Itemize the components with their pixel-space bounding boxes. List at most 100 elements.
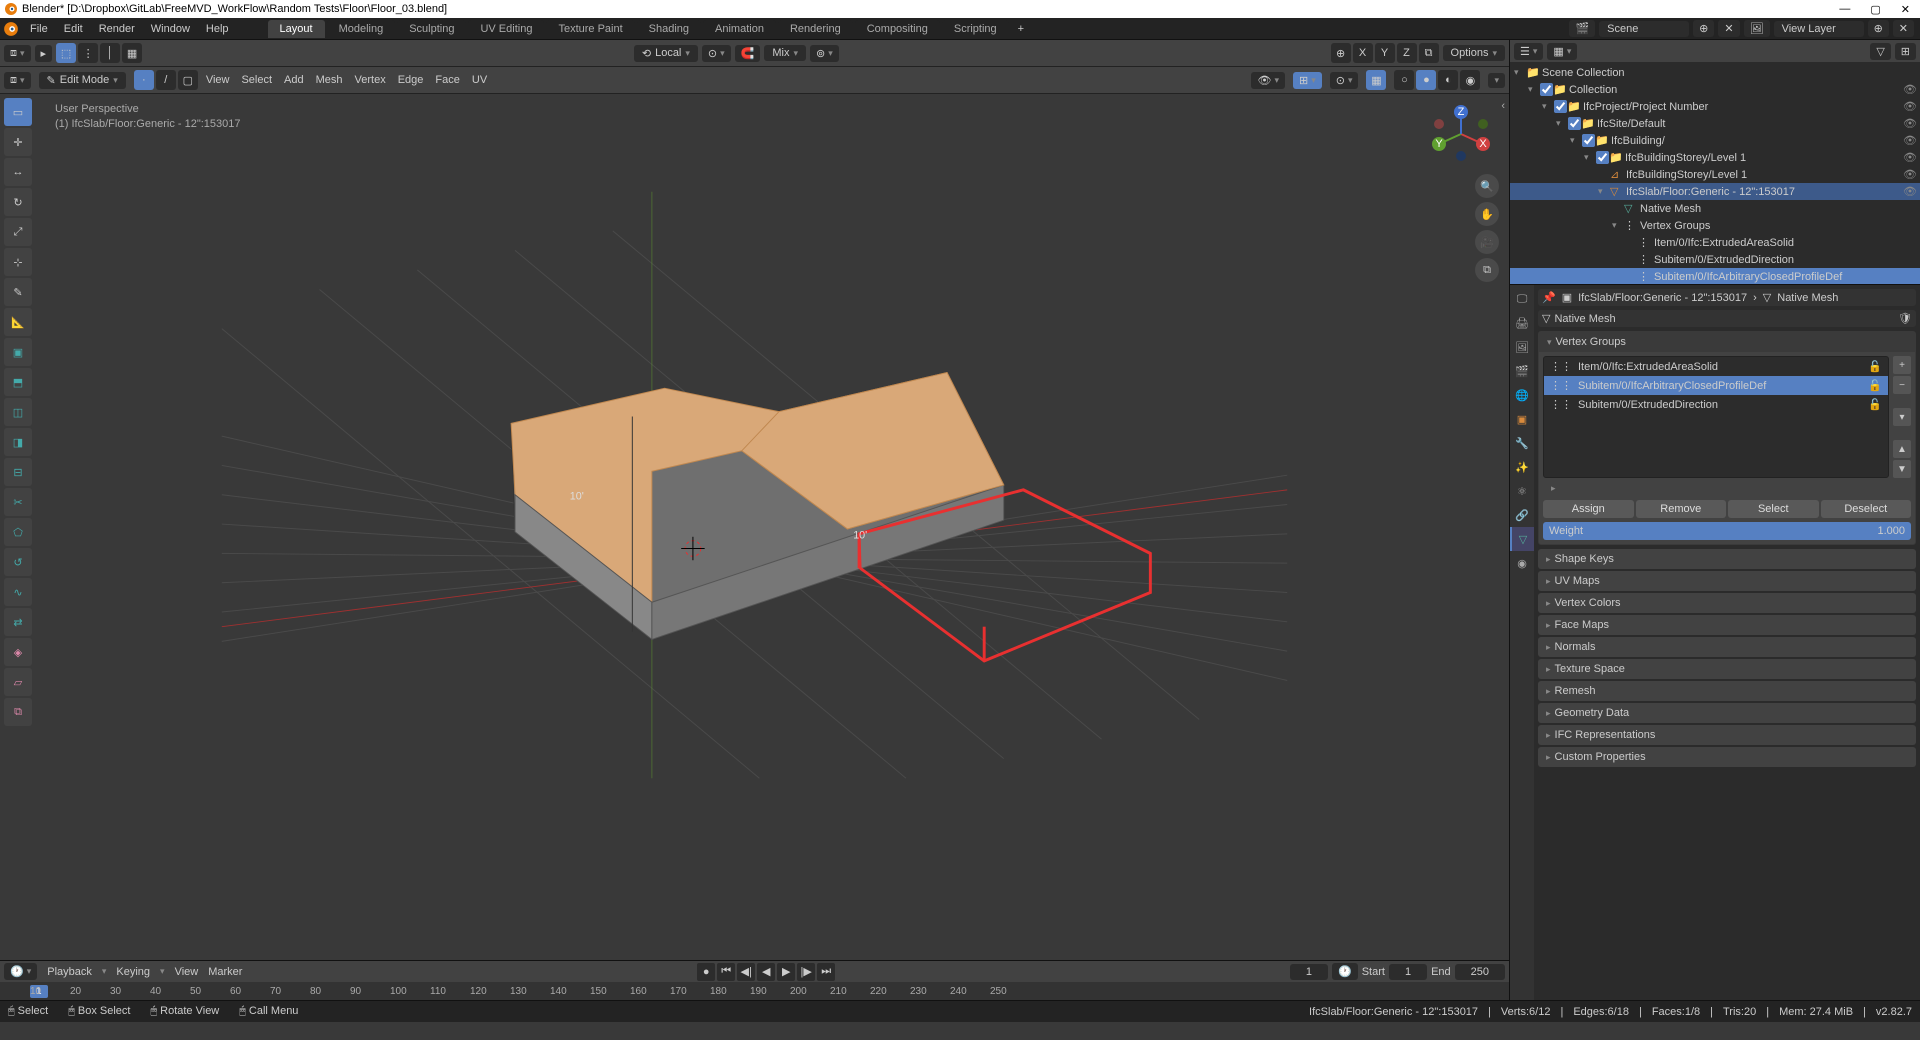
eye-icon[interactable]: 👁 xyxy=(1900,151,1920,164)
tab-texture-paint[interactable]: Texture Paint xyxy=(546,20,634,38)
viewport-menu-view[interactable]: View xyxy=(206,74,230,86)
tool-bevel[interactable]: ◨ xyxy=(4,428,32,456)
cursor-tool-button[interactable]: ▸ xyxy=(35,45,53,62)
select-face-icon[interactable]: ▦ xyxy=(122,43,142,63)
tab-scripting[interactable]: Scripting xyxy=(942,20,1009,38)
tab-shading[interactable]: Shading xyxy=(637,20,701,38)
select-edge-icon[interactable]: │ xyxy=(100,43,120,63)
panel-ifc-representations[interactable]: ▸IFC Representations xyxy=(1538,725,1916,745)
gizmo-icon[interactable]: ⊕ xyxy=(1331,43,1351,63)
scene-input[interactable]: Scene xyxy=(1599,21,1689,37)
tool-annotate[interactable]: ✎ xyxy=(4,278,32,306)
ptab-mesh-data[interactable]: ▽ xyxy=(1510,527,1534,551)
assign-button[interactable]: Assign xyxy=(1543,500,1634,518)
menu-help[interactable]: Help xyxy=(198,23,237,35)
camera-icon[interactable]: 🎥 xyxy=(1475,230,1499,254)
visibility-dropdown[interactable]: 👁▾ xyxy=(1251,72,1285,89)
ptab-physics[interactable]: ⚛ xyxy=(1510,479,1534,503)
tree-row[interactable]: ⋮Subitem/0/IfcArbitraryClosedProfileDef xyxy=(1510,268,1920,284)
panel-remesh[interactable]: ▸Remesh xyxy=(1538,681,1916,701)
face-mode-icon[interactable]: ▢ xyxy=(178,70,198,90)
menu-edit[interactable]: Edit xyxy=(56,23,91,35)
orientation-dropdown[interactable]: ⟲Local▾ xyxy=(634,45,698,62)
tool-loopcut[interactable]: ⊟ xyxy=(4,458,32,486)
visibility-checkbox[interactable] xyxy=(1568,117,1581,130)
weight-slider[interactable]: Weight 1.000 xyxy=(1543,522,1911,540)
tab-rendering[interactable]: Rendering xyxy=(778,20,853,38)
zoom-icon[interactable]: 🔍 xyxy=(1475,174,1499,198)
vg-add-button[interactable]: + xyxy=(1893,356,1911,374)
overlay-2[interactable]: ⊙▾ xyxy=(1330,72,1359,89)
vertex-mode-icon[interactable]: · xyxy=(134,70,154,90)
ptab-constraints[interactable]: 🔗 xyxy=(1510,503,1534,527)
eye-icon[interactable]: 👁 xyxy=(1900,100,1920,113)
tab-layout[interactable]: Layout xyxy=(268,20,325,38)
ptab-particles[interactable]: ✨ xyxy=(1510,455,1534,479)
tab-animation[interactable]: Animation xyxy=(703,20,776,38)
tool-edge-slide[interactable]: ⇄ xyxy=(4,608,32,636)
current-frame-input[interactable]: 1 xyxy=(1290,964,1328,980)
outliner-tree[interactable]: ▾📁Scene Collection▾📁Collection👁▾📁IfcProj… xyxy=(1510,62,1920,284)
tab-sculpting[interactable]: Sculpting xyxy=(397,20,466,38)
tool-poly[interactable]: ⬠ xyxy=(4,518,32,546)
ptab-render[interactable]: 🖵 xyxy=(1510,287,1534,311)
mesh-name-input[interactable]: Native Mesh xyxy=(1554,313,1894,325)
tool-rotate[interactable]: ↻ xyxy=(4,188,32,216)
viewport-menu-vertex[interactable]: Vertex xyxy=(355,74,386,86)
tool-measure[interactable]: 📐 xyxy=(4,308,32,336)
options-dropdown[interactable]: Options▾ xyxy=(1443,45,1505,61)
viewport-menu-mesh[interactable]: Mesh xyxy=(316,74,343,86)
mode-dropdown[interactable]: ✎Edit Mode▾ xyxy=(39,72,126,89)
outliner-new-collection[interactable]: ⊞ xyxy=(1895,43,1916,60)
pin-icon[interactable]: 📌 xyxy=(1542,291,1556,304)
lock-icon[interactable]: 🔓 xyxy=(1868,360,1882,373)
vg-remove-button[interactable]: − xyxy=(1893,376,1911,394)
select-all-icon[interactable]: ⬚ xyxy=(56,43,76,63)
ptab-modifier[interactable]: 🔧 xyxy=(1510,431,1534,455)
menu-file[interactable]: File xyxy=(22,23,56,35)
vg-up-button[interactable]: ▲ xyxy=(1893,440,1911,458)
pan-icon[interactable]: ✋ xyxy=(1475,202,1499,226)
visibility-checkbox[interactable] xyxy=(1554,100,1567,113)
tab-modeling[interactable]: Modeling xyxy=(327,20,396,38)
viewport-menu-add[interactable]: Add xyxy=(284,74,304,86)
tree-row[interactable]: ▾📁Collection👁 xyxy=(1510,81,1920,98)
timeline-editor-type[interactable]: 🕐▾ xyxy=(4,963,37,980)
pivot-button[interactable]: ⊙▾ xyxy=(702,45,731,62)
select-vert-icon[interactable]: ⋮ xyxy=(78,43,98,63)
mirror-icon[interactable]: ⧉ xyxy=(1419,43,1439,63)
tree-row[interactable]: ⋮Subitem/0/ExtrudedDirection xyxy=(1510,251,1920,268)
axis-y-icon[interactable]: Y xyxy=(1375,43,1395,63)
material-shade-icon[interactable]: ◐ xyxy=(1438,70,1458,90)
viewport-menu-face[interactable]: Face xyxy=(435,74,459,86)
tab-uv-editing[interactable]: UV Editing xyxy=(468,20,544,38)
panel-shape-keys[interactable]: ▸Shape Keys xyxy=(1538,549,1916,569)
lock-icon[interactable]: 🔓 xyxy=(1868,379,1882,392)
tree-row[interactable]: ▾📁Scene Collection xyxy=(1510,64,1920,81)
end-frame-input[interactable]: 250 xyxy=(1455,964,1505,980)
scene-selector-icon[interactable]: 🎬 xyxy=(1569,20,1595,37)
panel-vertex-colors[interactable]: ▸Vertex Colors xyxy=(1538,593,1916,613)
vertex-groups-header[interactable]: ▾Vertex Groups xyxy=(1539,332,1915,352)
tool-shrink[interactable]: ◈ xyxy=(4,638,32,666)
frame-sync-button[interactable]: 🕐 xyxy=(1332,963,1358,980)
rendered-shade-icon[interactable]: ◉ xyxy=(1460,70,1480,90)
vertex-group-item[interactable]: ⋮⋮Subitem/0/IfcArbitraryClosedProfileDef… xyxy=(1544,376,1888,395)
tool-scale[interactable]: ⤢ xyxy=(4,218,32,246)
autokey-button[interactable]: ● xyxy=(697,963,715,981)
close-button[interactable]: ✕ xyxy=(1901,3,1910,16)
viewport-3d[interactable]: 10' 10' ▭ ✛ ↔ ↻ ⤢ ⊹ ✎ 📐 ▣ ⬒ ◫ ◨ ⊟ ✂ ⬠ ↺ xyxy=(0,94,1509,960)
vertex-group-item[interactable]: ⋮⋮Item/0/Ifc:ExtrudedAreaSolid🔓 xyxy=(1544,357,1888,376)
tree-row[interactable]: ⋮Item/0/Ifc:ExtrudedAreaSolid xyxy=(1510,234,1920,251)
scene-new-button[interactable]: ⊕ xyxy=(1693,20,1714,37)
next-key-button[interactable]: |▶ xyxy=(797,963,815,981)
vertex-group-item[interactable]: ⋮⋮Subitem/0/ExtrudedDirection🔓 xyxy=(1544,395,1888,414)
tree-row[interactable]: ⊿IfcBuildingStorey/Level 1👁 xyxy=(1510,166,1920,183)
menu-render[interactable]: Render xyxy=(91,23,143,35)
eye-icon[interactable]: 👁 xyxy=(1900,134,1920,147)
tree-row[interactable]: ▾📁IfcSite/Default👁 xyxy=(1510,115,1920,132)
start-frame-input[interactable]: 1 xyxy=(1389,964,1427,980)
timeline-marker[interactable]: Marker xyxy=(208,966,242,978)
proportional-edit-button[interactable]: ⊚▾ xyxy=(810,45,839,62)
tool-smooth[interactable]: ∿ xyxy=(4,578,32,606)
